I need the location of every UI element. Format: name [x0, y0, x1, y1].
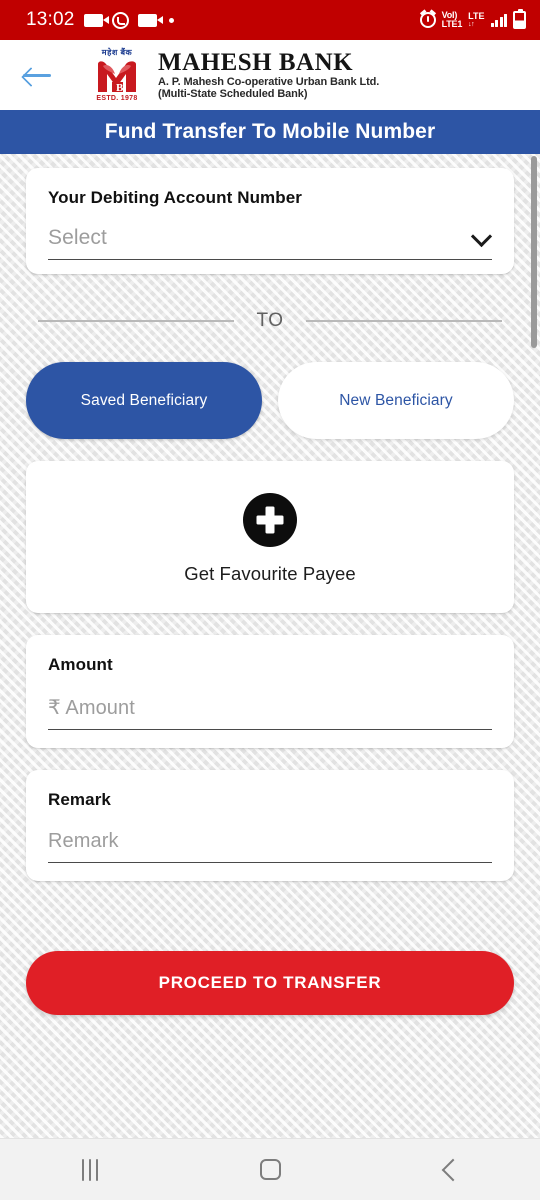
recents-icon — [82, 1158, 98, 1181]
tab-saved-beneficiary-label: Saved Beneficiary — [80, 391, 208, 409]
status-bar: 13:02 VoI) LTE1 LTE ↓↑ — [0, 0, 540, 40]
lte-indicator: LTE ↓↑ — [468, 11, 485, 29]
home-icon — [259, 1159, 281, 1180]
proceed-to-transfer-button[interactable]: PROCEED TO TRANSFER — [26, 951, 514, 1015]
volte-label-bottom: LTE1 — [441, 19, 463, 29]
volte-indicator: VoI) LTE1 — [442, 11, 463, 29]
tab-saved-beneficiary[interactable]: Saved Beneficiary — [26, 362, 262, 439]
chevron-down-icon — [471, 230, 490, 241]
whatsapp-icon — [111, 11, 129, 29]
proceed-button-wrap: PROCEED TO TRANSFER — [26, 903, 514, 1015]
svg-text:B: B — [116, 82, 124, 94]
remark-label: Remark — [48, 790, 111, 809]
emblem-monogram-icon: B — [95, 58, 139, 94]
bank-subtitle-line1: A. P. Mahesh Co-operative Urban Bank Ltd… — [158, 75, 380, 88]
nav-back-icon — [441, 1158, 464, 1181]
page-title: Fund Transfer To Mobile Number — [104, 120, 436, 143]
app-header: महेश बैंक B ESTD. 1978 MAHESH BANK A. P.… — [0, 40, 540, 110]
data-arrows-icon: ↓↑ — [468, 21, 475, 28]
get-favourite-payee-card[interactable]: Get Favourite Payee — [26, 461, 514, 613]
divider-line-right — [305, 320, 503, 322]
signal-bars-icon — [490, 13, 507, 27]
beneficiary-tabs: Saved Beneficiary New Beneficiary — [26, 362, 514, 439]
bank-logo: महेश बैंक B ESTD. 1978 MAHESH BANK A. P.… — [86, 44, 379, 106]
debiting-account-select[interactable]: Select — [48, 226, 492, 260]
nav-back-button[interactable] — [410, 1139, 490, 1200]
status-bar-left: 13:02 — [26, 9, 174, 31]
tab-new-beneficiary[interactable]: New Beneficiary — [278, 362, 514, 439]
bank-subtitle-line2: (Multi-State Scheduled Bank) — [158, 88, 308, 101]
main-content: Your Debiting Account Number Select TO S… — [0, 154, 540, 1138]
bank-emblem-icon: महेश बैंक B ESTD. 1978 — [86, 44, 148, 106]
plus-circle-icon[interactable] — [243, 493, 297, 547]
debiting-account-placeholder: Select — [48, 226, 107, 249]
lte-label: LTE — [468, 11, 485, 21]
to-label: TO — [256, 310, 284, 331]
amount-label: Amount — [48, 655, 113, 674]
debiting-account-card: Your Debiting Account Number Select — [26, 168, 514, 274]
remark-card: Remark Remark — [26, 770, 514, 881]
dot-icon — [168, 17, 174, 23]
remark-input[interactable]: Remark — [48, 830, 492, 863]
debiting-account-label: Your Debiting Account Number — [48, 188, 303, 207]
nav-recents-button[interactable] — [50, 1139, 130, 1200]
amount-placeholder: ₹ Amount — [48, 697, 135, 719]
tab-new-beneficiary-label: New Beneficiary — [339, 391, 453, 409]
status-bar-right: VoI) LTE1 LTE ↓↑ — [419, 9, 526, 29]
back-arrow-icon — [23, 65, 53, 85]
get-favourite-payee-label: Get Favourite Payee — [184, 563, 356, 584]
amount-card: Amount ₹ Amount — [26, 635, 514, 748]
alarm-icon — [419, 12, 436, 28]
emblem-estd-text: ESTD. 1978 — [96, 94, 138, 102]
video-camera-icon — [83, 13, 109, 27]
page-title-bar: Fund Transfer To Mobile Number — [0, 110, 540, 154]
battery-icon — [513, 9, 526, 29]
emblem-hindi-text: महेश बैंक — [101, 47, 133, 57]
android-nav-bar — [0, 1138, 540, 1200]
divider-line-left — [38, 320, 235, 322]
status-clock: 13:02 — [26, 9, 75, 30]
to-divider: TO — [38, 310, 503, 332]
remark-placeholder: Remark — [48, 830, 119, 852]
back-button[interactable] — [0, 40, 76, 110]
bank-name: MAHESH BANK — [158, 48, 354, 76]
amount-input[interactable]: ₹ Amount — [48, 695, 492, 730]
bank-name-block: MAHESH BANK A. P. Mahesh Co-operative Ur… — [158, 48, 380, 101]
phone-screen: 13:02 VoI) LTE1 LTE ↓↑ महेश बैंक B ESTD.… — [0, 0, 540, 1200]
vertical-scrollbar[interactable] — [531, 156, 537, 348]
video-camera-icon — [137, 13, 163, 27]
nav-home-button[interactable] — [230, 1139, 310, 1200]
